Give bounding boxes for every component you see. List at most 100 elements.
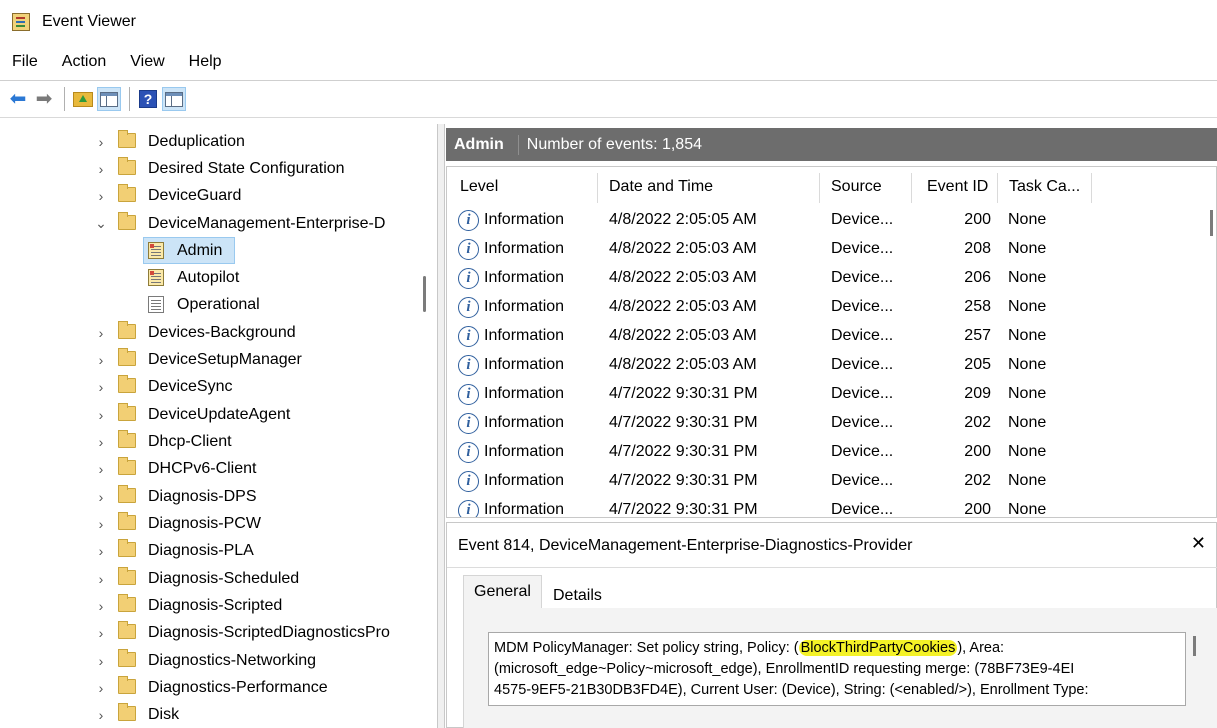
event-row[interactable]: i Information 4/8/2022 2:05:03 AM Device… (447, 235, 1216, 264)
column-date-time[interactable]: Date and Time (609, 178, 713, 196)
chevron-right-icon[interactable]: › (95, 134, 107, 150)
chevron-right-icon[interactable]: › (95, 352, 107, 368)
event-id: 206 (964, 269, 991, 286)
event-datetime: 4/8/2022 2:05:03 AM (609, 269, 757, 286)
chevron-right-icon[interactable]: › (95, 407, 107, 423)
tree-item-devicesetupmanager[interactable]: › DeviceSetupManager (0, 346, 437, 373)
chevron-right-icon[interactable]: › (95, 516, 107, 532)
tree-item-diagnosis-pla[interactable]: › Diagnosis-PLA (0, 537, 437, 564)
event-viewer-app-icon (12, 13, 30, 31)
event-row[interactable]: i Information 4/7/2022 9:30:31 PM Device… (447, 380, 1216, 409)
folder-icon (118, 539, 136, 557)
tree-item-devicesync[interactable]: › DeviceSync (0, 373, 437, 400)
column-task-category[interactable]: Task Ca... (1009, 178, 1080, 196)
menu-file[interactable]: File (12, 53, 38, 71)
tree-item-diagnosis-pcw[interactable]: › Diagnosis-PCW (0, 510, 437, 537)
events-scrollbar-thumb[interactable] (1210, 210, 1213, 236)
event-row[interactable]: i Information 4/7/2022 9:30:31 PM Device… (447, 496, 1216, 517)
event-level: Information (484, 211, 565, 228)
column-event-id[interactable]: Event ID (927, 178, 988, 196)
event-row[interactable]: i Information 4/7/2022 9:30:31 PM Device… (447, 438, 1216, 467)
chevron-right-icon[interactable]: › (95, 653, 107, 669)
column-divider[interactable] (1091, 173, 1092, 203)
tree-item-devices-background[interactable]: › Devices-Background (0, 319, 437, 346)
menu-help[interactable]: Help (189, 53, 222, 71)
column-level[interactable]: Level (460, 178, 498, 196)
chevron-right-icon[interactable]: › (95, 707, 107, 723)
tree-item-operational[interactable]: Operational (0, 291, 437, 318)
tree-item-diagnosis-scripteddiagnosticspro[interactable]: › Diagnosis-ScriptedDiagnosticsPro (0, 619, 437, 646)
show-hide-action-pane-button[interactable] (162, 87, 186, 111)
help-button[interactable]: ? (136, 87, 160, 111)
forward-arrow-icon: ➡ (35, 88, 53, 110)
chevron-right-icon[interactable]: › (95, 680, 107, 696)
tree-item-deviceupdateagent[interactable]: › DeviceUpdateAgent (0, 401, 437, 428)
tree-scrollbar-thumb[interactable] (423, 276, 426, 312)
chevron-right-icon[interactable]: › (95, 489, 107, 505)
show-hide-console-tree-button[interactable] (97, 87, 121, 111)
chevron-right-icon[interactable]: › (95, 188, 107, 204)
log-icon (148, 296, 164, 313)
tree-item-autopilot[interactable]: Autopilot (0, 264, 437, 291)
chevron-right-icon[interactable]: › (95, 461, 107, 477)
column-divider[interactable] (597, 173, 598, 203)
menu-action[interactable]: Action (62, 53, 106, 71)
tree-item-admin[interactable]: Admin (0, 237, 437, 264)
chevron-right-icon[interactable]: › (95, 434, 107, 450)
tree-item-desired-state-configuration[interactable]: › Desired State Configuration (0, 155, 437, 182)
tree-item-deduplication[interactable]: › Deduplication (0, 128, 437, 155)
toolbar-separator (129, 87, 130, 111)
message-scrollbar-thumb[interactable] (1193, 636, 1196, 656)
event-datetime: 4/7/2022 9:30:31 PM (609, 443, 758, 460)
column-divider[interactable] (997, 173, 998, 203)
column-divider[interactable] (911, 173, 912, 203)
folder-icon (118, 512, 136, 530)
column-source[interactable]: Source (831, 178, 882, 196)
event-count: Number of events: 1,854 (526, 135, 702, 153)
information-icon: i (458, 326, 479, 347)
tree-item-diagnosis-dps[interactable]: › Diagnosis-DPS (0, 483, 437, 510)
tree-item-diagnosis-scripted[interactable]: › Diagnosis-Scripted (0, 592, 437, 619)
event-source: Device... (831, 356, 894, 373)
log-icon (148, 242, 164, 259)
event-row[interactable]: i Information 4/8/2022 2:05:03 AM Device… (447, 322, 1216, 351)
tab-general[interactable]: General (463, 575, 542, 608)
folder-icon (118, 703, 136, 721)
folder-icon (118, 130, 136, 148)
chevron-down-icon[interactable]: ⌄ (95, 215, 107, 232)
tree-item-devicemanagement-enterprise[interactable]: ⌄ DeviceManagement-Enterprise-D (0, 210, 437, 237)
event-row[interactable]: i Information 4/8/2022 2:05:03 AM Device… (447, 293, 1216, 322)
event-row[interactable]: i Information 4/8/2022 2:05:03 AM Device… (447, 264, 1216, 293)
chevron-right-icon[interactable]: › (95, 598, 107, 614)
tree-item-diagnostics-performance[interactable]: › Diagnostics-Performance (0, 674, 437, 701)
chevron-right-icon[interactable]: › (95, 625, 107, 641)
event-id: 200 (964, 443, 991, 460)
chevron-right-icon[interactable]: › (95, 543, 107, 559)
chevron-right-icon[interactable]: › (95, 161, 107, 177)
tree-item-deviceguard[interactable]: › DeviceGuard (0, 182, 437, 209)
event-row[interactable]: i Information 4/7/2022 9:30:31 PM Device… (447, 409, 1216, 438)
menu-bar: File Action View Help (0, 48, 246, 76)
information-icon: i (458, 384, 479, 405)
folder-icon (118, 676, 136, 694)
tree-item-dhcp-client[interactable]: › Dhcp-Client (0, 428, 437, 455)
chevron-right-icon[interactable]: › (95, 379, 107, 395)
tree-item-diagnostics-networking[interactable]: › Diagnostics-Networking (0, 647, 437, 674)
tree-item-dhcpv6-client[interactable]: › DHCPv6-Client (0, 455, 437, 482)
event-row[interactable]: i Information 4/8/2022 2:05:05 AM Device… (447, 206, 1216, 235)
menu-view[interactable]: View (130, 53, 164, 71)
forward-button[interactable]: ➡ (32, 87, 56, 111)
event-row[interactable]: i Information 4/7/2022 9:30:31 PM Device… (447, 467, 1216, 496)
tree-item-disk[interactable]: › Disk (0, 701, 437, 728)
close-icon[interactable]: ✕ (1191, 533, 1206, 554)
event-row[interactable]: i Information 4/8/2022 2:05:03 AM Device… (447, 351, 1216, 380)
chevron-right-icon[interactable]: › (95, 325, 107, 341)
back-button[interactable]: ⬅ (6, 87, 30, 111)
event-message-box[interactable]: MDM PolicyManager: Set policy string, Po… (488, 632, 1186, 706)
chevron-right-icon[interactable]: › (95, 571, 107, 587)
column-divider[interactable] (819, 173, 820, 203)
pane-splitter[interactable] (437, 124, 445, 728)
up-one-level-button[interactable] (71, 87, 95, 111)
information-icon: i (458, 297, 479, 318)
tree-item-diagnosis-scheduled[interactable]: › Diagnosis-Scheduled (0, 565, 437, 592)
